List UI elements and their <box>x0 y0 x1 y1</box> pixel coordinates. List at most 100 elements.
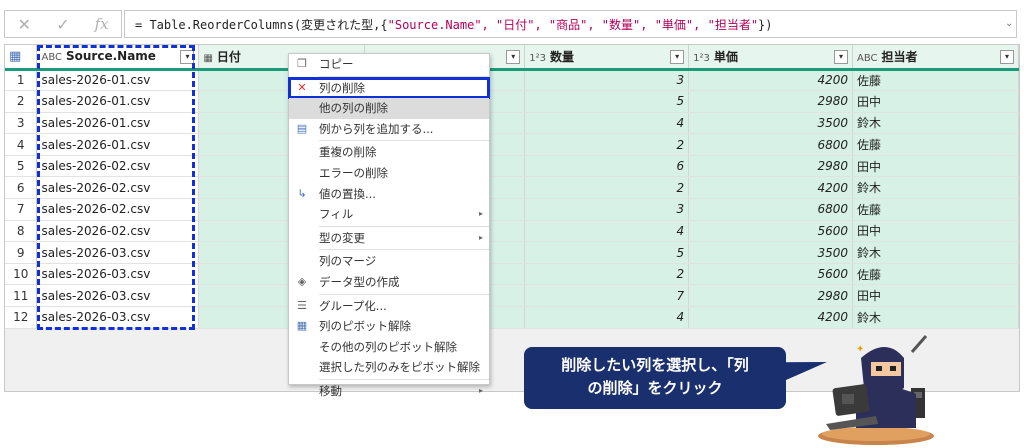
formula-suffix: }) <box>758 18 773 32</box>
close-icon[interactable]: ✕ <box>9 15 39 34</box>
row-number[interactable]: 4 <box>5 133 38 156</box>
row-number[interactable]: 6 <box>5 176 38 200</box>
chevron-right-icon: ▸ <box>478 209 483 219</box>
cell-unit-price[interactable]: 6800 <box>688 198 854 221</box>
menu-item-move[interactable]: 移動 ▸ <box>289 381 489 402</box>
row-number[interactable]: 7 <box>5 198 38 221</box>
row-number[interactable]: 11 <box>5 284 38 308</box>
formula-input[interactable]: = Table.ReorderColumns(変更された型,{"Source.N… <box>124 10 1017 38</box>
menu-item-label: 例から列を追加する... <box>319 121 434 136</box>
cell-unit-price[interactable]: 4200 <box>688 306 854 329</box>
cell-quantity[interactable]: 4 <box>524 112 690 135</box>
formula-prefix: = Table.ReorderColumns(変更された型,{ <box>135 18 388 32</box>
menu-item-remove-duplicates[interactable]: 重複の削除 <box>289 142 489 163</box>
menu-item-label: 選択した列のみをピボット解除 <box>319 360 480 375</box>
menu-item-unpivot-other-columns[interactable]: その他の列のピボット解除 <box>289 337 489 358</box>
row-number[interactable]: 12 <box>5 306 38 329</box>
fx-label[interactable]: fx <box>87 15 117 33</box>
cell-rep[interactable]: 佐藤 <box>852 69 1019 92</box>
cell-unit-price[interactable]: 4200 <box>688 69 854 92</box>
text-type-icon[interactable]: ABC <box>857 53 878 64</box>
cell-quantity[interactable]: 5 <box>524 241 690 264</box>
menu-item-label: 他の列の削除 <box>319 101 388 116</box>
cell-rep[interactable]: 田中 <box>852 90 1019 113</box>
menu-item-unpivot-selected-only[interactable]: 選択した列のみをピボット解除 <box>289 357 489 378</box>
row-number[interactable]: 3 <box>5 112 38 135</box>
chevron-down-icon[interactable]: ▾ <box>506 50 521 64</box>
cell-quantity[interactable]: 4 <box>524 306 690 329</box>
check-icon[interactable]: ✓ <box>48 15 78 34</box>
cell-unit-price[interactable]: 6800 <box>688 133 854 156</box>
cell-unit-price[interactable]: 4200 <box>688 176 854 200</box>
source-column-highlight <box>37 45 195 330</box>
cell-rep[interactable]: 田中 <box>852 155 1019 178</box>
number-type-icon[interactable]: 1²3 <box>693 53 710 64</box>
menu-item-remove-other-columns[interactable]: 他の列の削除 <box>289 98 489 119</box>
menu-item-remove-errors[interactable]: エラーの削除 <box>289 163 489 184</box>
cell-rep[interactable]: 鈴木 <box>852 241 1019 264</box>
row-number[interactable]: 9 <box>5 241 38 264</box>
cell-rep[interactable]: 鈴木 <box>852 112 1019 135</box>
menu-item-label: 型の変更 <box>319 230 365 245</box>
cell-rep[interactable]: 佐藤 <box>852 263 1019 286</box>
row-number[interactable]: 10 <box>5 263 38 286</box>
chevron-down-icon[interactable]: ▾ <box>670 50 685 64</box>
menu-separator <box>319 293 489 295</box>
menu-separator <box>319 249 489 251</box>
formula-bar: ✕ ✓ fx = Table.ReorderColumns(変更された型,{"S… <box>0 0 1024 40</box>
menu-item-column-from-examples[interactable]: ▤ 例から列を追加する... <box>289 119 489 140</box>
cell-unit-price[interactable]: 5600 <box>688 263 854 286</box>
cell-rep[interactable]: 鈴木 <box>852 176 1019 200</box>
cell-rep[interactable]: 佐藤 <box>852 198 1019 221</box>
row-number[interactable]: 5 <box>5 155 38 178</box>
row-number[interactable]: 8 <box>5 220 38 243</box>
menu-item-merge-columns[interactable]: 列のマージ <box>289 251 489 272</box>
menu-separator <box>319 75 489 77</box>
chevron-down-icon[interactable]: ▾ <box>834 50 849 64</box>
menu-item-change-type[interactable]: 型の変更 ▸ <box>289 228 489 249</box>
cell-unit-price[interactable]: 2980 <box>688 284 854 308</box>
date-type-icon[interactable]: ▦ <box>203 53 212 64</box>
number-type-icon[interactable]: 1²3 <box>529 53 546 64</box>
cell-rep[interactable]: 鈴木 <box>852 306 1019 329</box>
menu-item-create-data-type[interactable]: ◈ データ型の作成 <box>289 272 489 293</box>
menu-item-label: エラーの削除 <box>319 165 388 180</box>
menu-item-unpivot-columns[interactable]: ▦ 列のピボット解除 <box>289 316 489 337</box>
table-corner-icon[interactable]: ▦ <box>5 45 38 71</box>
cell-quantity[interactable]: 4 <box>524 220 690 243</box>
cell-rep[interactable]: 佐藤 <box>852 133 1019 156</box>
row-number[interactable]: 2 <box>5 90 38 113</box>
cell-unit-price[interactable]: 3500 <box>688 112 854 135</box>
cell-quantity[interactable]: 2 <box>524 176 690 200</box>
menu-item-copy[interactable]: ❐ コピー <box>289 54 489 75</box>
cell-quantity[interactable]: 3 <box>524 198 690 221</box>
cell-unit-price[interactable]: 2980 <box>688 155 854 178</box>
column-header-quantity[interactable]: 1²3 数量 ▾ <box>524 45 690 71</box>
callout-line-2: の削除」をクリック <box>587 379 723 397</box>
chevron-right-icon: ▸ <box>478 232 483 242</box>
row-number[interactable]: 1 <box>5 69 38 92</box>
cell-quantity[interactable]: 2 <box>524 263 690 286</box>
cell-rep[interactable]: 田中 <box>852 284 1019 308</box>
menu-item-group-by[interactable]: ☰ グループ化... <box>289 296 489 317</box>
menu-item-replace-values[interactable]: ↳ 値の置換... <box>289 184 489 205</box>
menu-item-remove-columns[interactable]: ✕ 列の削除 <box>288 76 490 100</box>
svg-text:✦: ✦ <box>856 344 864 355</box>
cell-quantity[interactable]: 2 <box>524 133 690 156</box>
menu-item-label: フィル <box>319 207 354 222</box>
group-by-icon: ☰ <box>297 298 307 312</box>
cell-quantity[interactable]: 6 <box>524 155 690 178</box>
cell-quantity[interactable]: 7 <box>524 284 690 308</box>
menu-item-fill[interactable]: フィル ▸ <box>289 204 489 225</box>
cell-quantity[interactable]: 5 <box>524 90 690 113</box>
column-header-rep[interactable]: ABC 担当者 ▾ <box>852 45 1019 71</box>
cell-unit-price[interactable]: 2980 <box>688 90 854 113</box>
menu-item-label: その他の列のピボット解除 <box>319 339 457 354</box>
chevron-down-icon[interactable]: ▾ <box>1000 50 1014 64</box>
cell-rep[interactable]: 田中 <box>852 220 1019 243</box>
column-header-unit-price[interactable]: 1²3 単価 ▾ <box>688 45 854 71</box>
cell-unit-price[interactable]: 3500 <box>688 241 854 264</box>
chevron-down-icon[interactable]: ⌄ <box>1005 18 1013 29</box>
cell-unit-price[interactable]: 5600 <box>688 220 854 243</box>
cell-quantity[interactable]: 3 <box>524 69 690 92</box>
